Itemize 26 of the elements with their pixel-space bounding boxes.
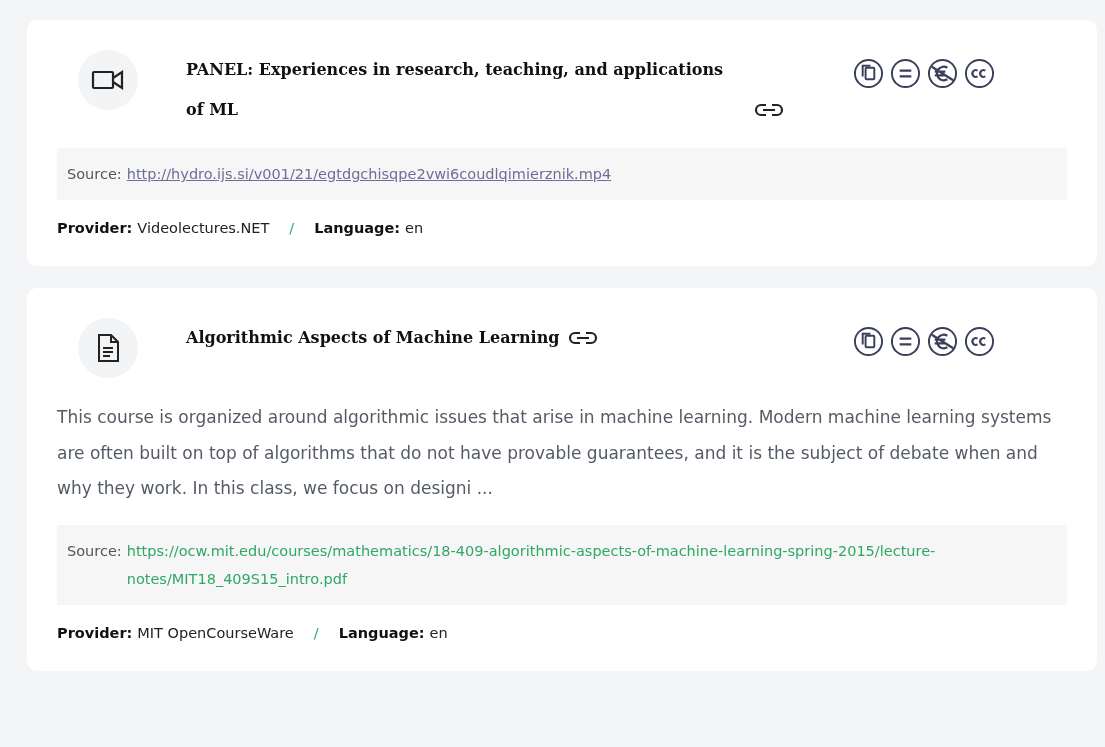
link-icon[interactable] xyxy=(754,102,784,118)
meta-label: Provider: xyxy=(57,624,133,641)
source-link[interactable]: http://hydro.ijs.si/v001/21/egtdgchisqpe2vwi6coudlqimierznik.mp4 xyxy=(126,160,612,188)
meta-value: MIT OpenCourseWare xyxy=(137,624,294,641)
meta-value: en xyxy=(405,220,424,236)
result-title[interactable]: PANEL: Experiences in research, teaching, and applications of ML xyxy=(186,50,746,130)
equals-license-icon xyxy=(890,326,921,357)
source-label: Source: xyxy=(67,541,122,561)
meta-value: en xyxy=(429,624,448,641)
creative-commons-icon xyxy=(964,58,995,89)
meta-label: Language: xyxy=(338,624,425,641)
result-description: This course is organized around algorithmic issues that arise in machine learning. Modern machine learning systems are often built on top of algorithms that do not have provable guarantees, and it is the subject of debate when and why they work. In this class, we focus on designi ... xyxy=(57,406,1053,500)
meta-label: Language: xyxy=(314,220,401,236)
source-label: Source: xyxy=(67,165,122,184)
non-commercial-icon xyxy=(927,326,958,357)
meta-value: Videolectures.NET xyxy=(137,220,270,236)
separator-slash: / xyxy=(289,220,295,236)
link-icon[interactable] xyxy=(567,330,598,346)
non-commercial-icon xyxy=(927,58,958,89)
copy-license-icon xyxy=(853,326,884,357)
copy-license-icon xyxy=(853,58,884,89)
meta-label: Provider: xyxy=(57,220,133,236)
result-title[interactable]: Algorithmic Aspects of Machine Learning xyxy=(186,318,560,358)
equals-license-icon xyxy=(890,58,921,89)
creative-commons-icon xyxy=(964,326,995,357)
separator-slash: / xyxy=(313,624,319,641)
